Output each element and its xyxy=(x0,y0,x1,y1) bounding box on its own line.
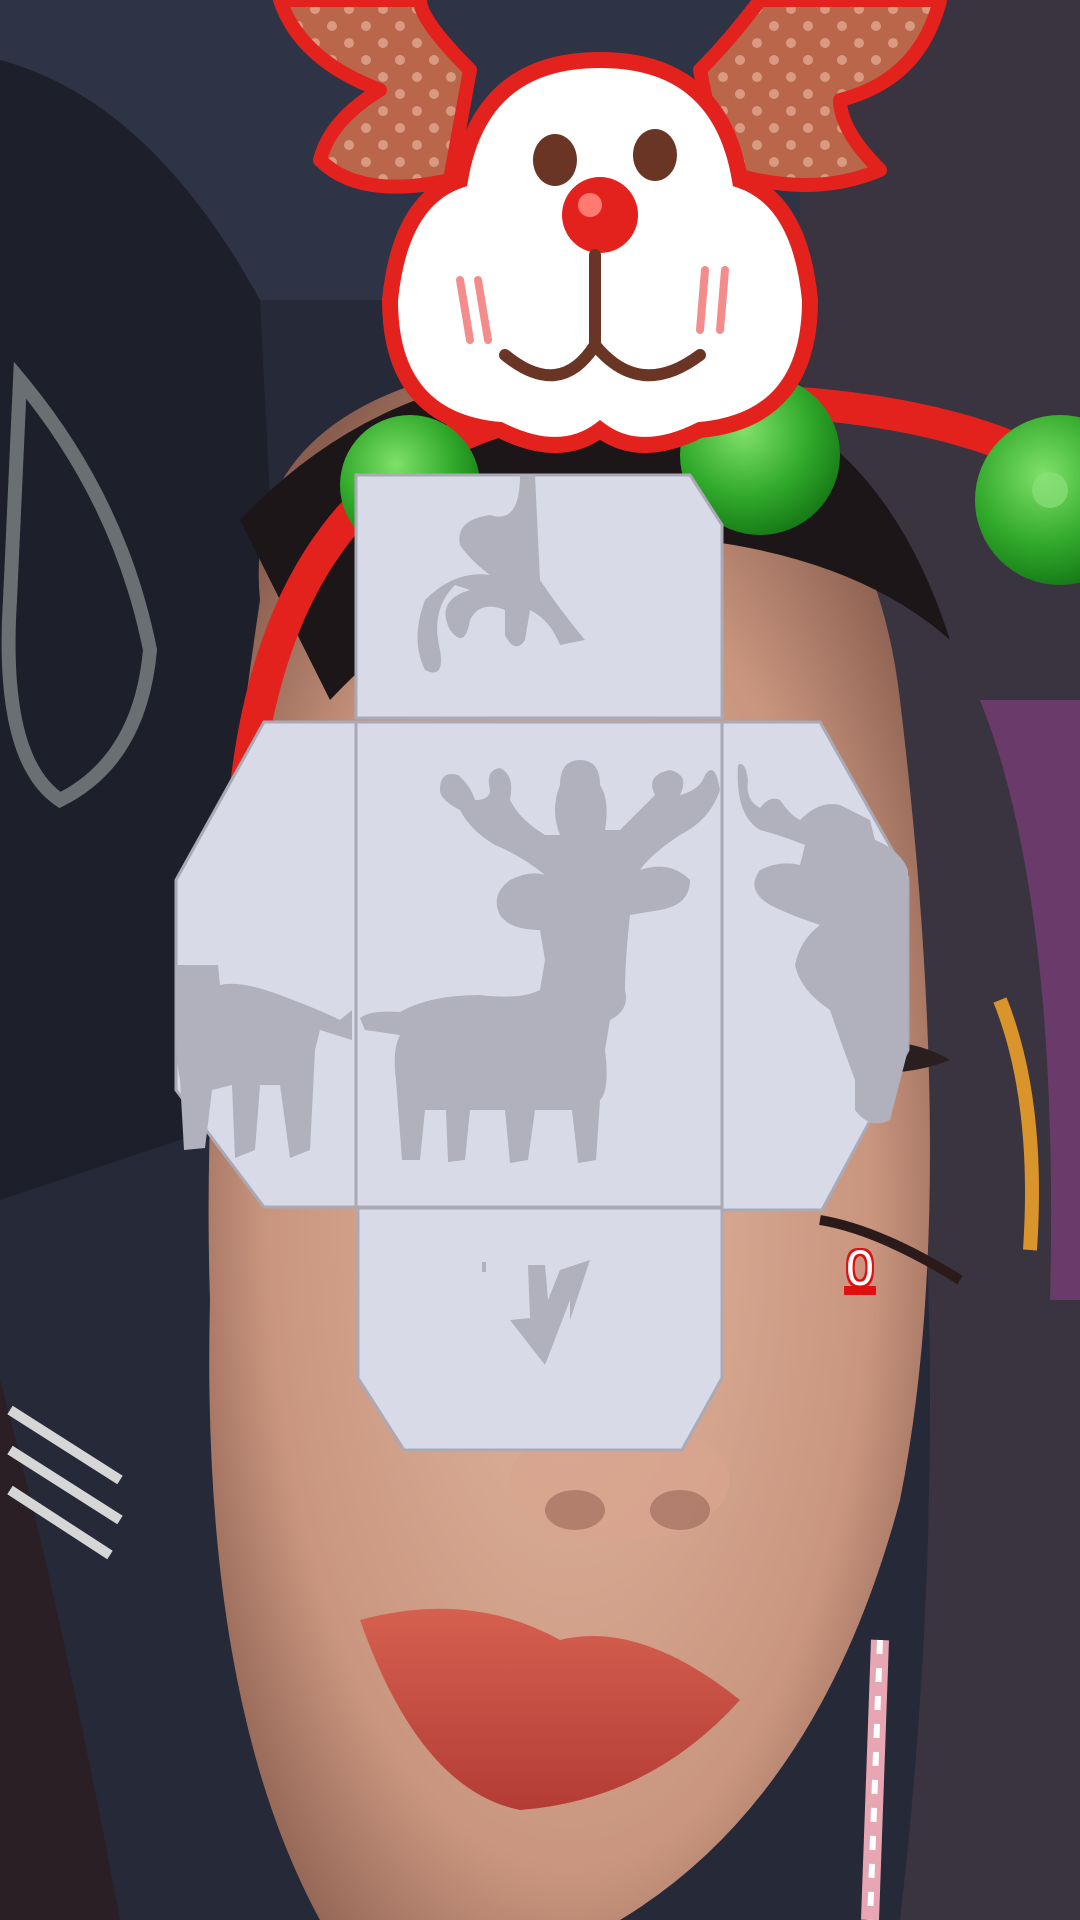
puzzle-piece-center[interactable] xyxy=(354,720,724,1209)
puzzle-piece-bottom[interactable] xyxy=(356,1206,724,1452)
game-stage xyxy=(0,0,1080,1920)
red-nose xyxy=(562,177,638,253)
puzzle-piece-top[interactable] xyxy=(354,473,724,720)
score-counter: 0 xyxy=(846,1240,874,1296)
